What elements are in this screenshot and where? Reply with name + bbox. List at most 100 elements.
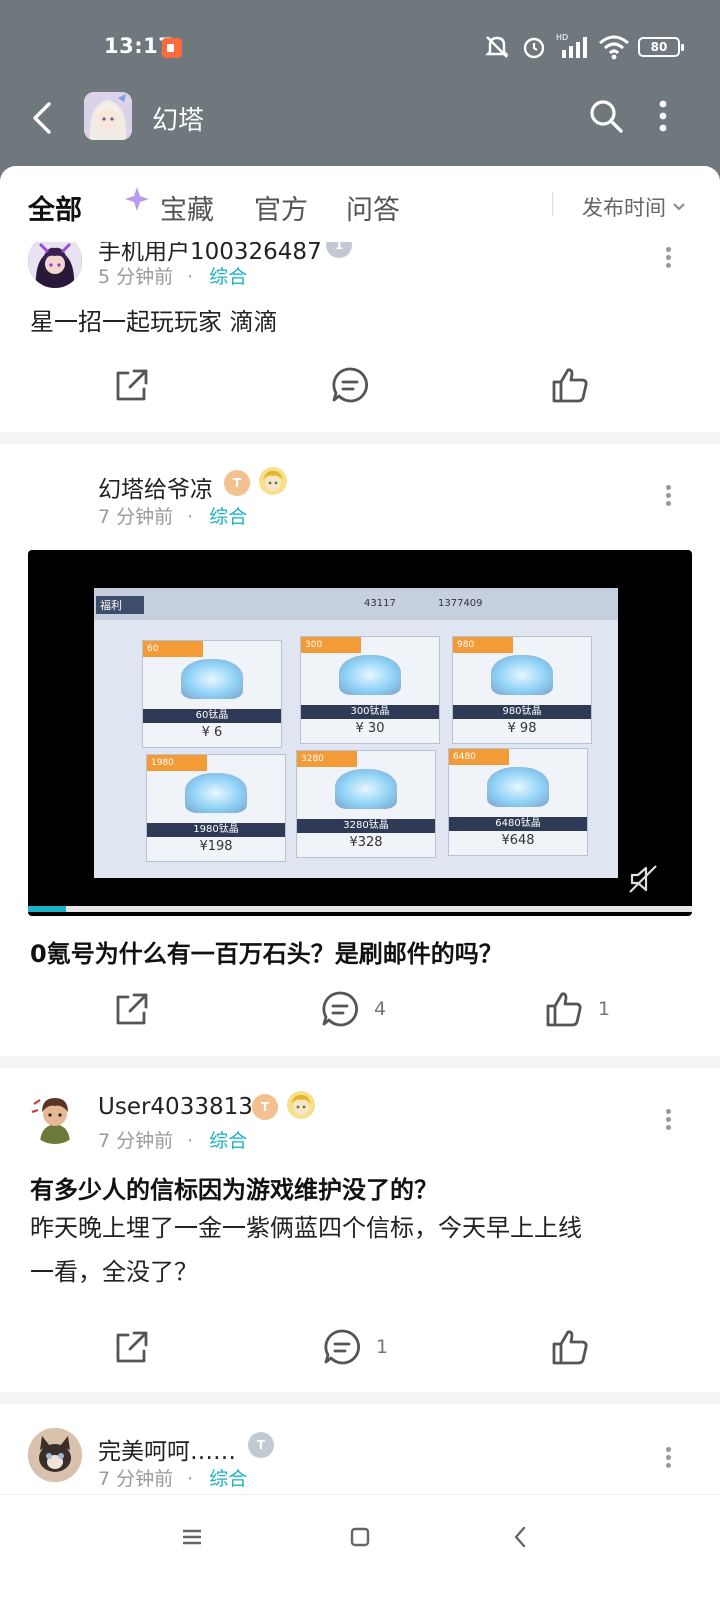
chevron-left-icon xyxy=(514,1526,526,1548)
chevron-down-icon xyxy=(673,203,685,211)
crystal-icon xyxy=(335,769,397,809)
app-bar: 幻塔 xyxy=(0,88,720,150)
share-icon xyxy=(116,993,148,1025)
chibi-character-avatar-icon xyxy=(28,1090,82,1144)
post-more-icon[interactable] xyxy=(662,1106,674,1136)
post-meta: 7 分钟前 · 综合 xyxy=(98,1468,248,1490)
post-card[interactable]: 幻塔给爷凉 T 7 分钟前 · 综合 福利 43117 1377409 60 60钛晶… xyxy=(0,444,720,1056)
tab-all[interactable]: 全部 xyxy=(28,188,82,227)
post-time: 7 分钟前 xyxy=(98,1468,174,1490)
dark-anime-avatar-icon xyxy=(28,234,82,288)
post-body-line: 昨天晚上埋了一金一紫俩蓝四个信标，今天早上上线 xyxy=(30,1214,582,1242)
crystal-icon xyxy=(339,655,401,695)
crystal-icon xyxy=(487,767,549,807)
share-button[interactable] xyxy=(112,984,152,1034)
search-icon[interactable] xyxy=(586,96,626,136)
sort-dropdown[interactable]: 发布时间 xyxy=(582,192,686,222)
comment-button[interactable]: 1 xyxy=(322,1322,388,1372)
svg-text:HD: HD xyxy=(556,33,568,42)
username[interactable]: 幻塔给爷凉 xyxy=(98,470,213,504)
share-icon xyxy=(116,369,148,401)
post-actions: 1 xyxy=(0,1322,720,1372)
user-avatar[interactable] xyxy=(28,1428,82,1482)
username[interactable]: 完美呵呵…… xyxy=(98,1432,236,1466)
game-avatar[interactable] xyxy=(84,92,132,140)
like-button[interactable] xyxy=(550,1322,604,1372)
post-time: 7 分钟前 xyxy=(98,506,174,528)
video-screen-label: 福利 xyxy=(96,596,144,614)
share-button[interactable] xyxy=(112,360,152,410)
sparkle-icon xyxy=(125,187,149,211)
post-time: 5 分钟前 xyxy=(98,266,174,288)
comment-count: 1 xyxy=(376,1336,389,1358)
post-actions: 4 1 xyxy=(0,984,720,1034)
more-vertical-icon[interactable] xyxy=(648,96,678,136)
signal-icon: HD xyxy=(556,33,587,58)
chevron-left-icon xyxy=(33,102,51,134)
post-card[interactable]: 手机用户100326487 1 5 分钟前 · 综合 星一招一起玩玩家 滴滴 xyxy=(0,218,720,432)
status-bar: 13:17 HD 80 xyxy=(0,0,720,96)
sort-label: 发布时间 xyxy=(582,196,666,220)
character-badge-icon xyxy=(287,1091,315,1119)
video-frame: 福利 43117 1377409 60 60钛晶 ¥ 6 300 300钛晶 ¥ 30 … xyxy=(94,588,618,878)
app-title: 幻塔 xyxy=(152,106,205,136)
post-meta: 5 分钟前 · 综合 xyxy=(98,266,248,288)
status-icons: HD 80 xyxy=(482,32,684,62)
shop-item: 3280 3280钛晶 ¥328 xyxy=(296,750,436,858)
back-button[interactable] xyxy=(22,98,62,138)
post-more-icon[interactable] xyxy=(662,244,674,274)
tab-qa[interactable]: 问答 xyxy=(346,188,400,227)
post-card[interactable]: User4033813 T 7 分钟前 · 综合 有多少人的信标因为游戏维护没了的？… xyxy=(0,1068,720,1392)
tab-treasure[interactable]: 宝藏 xyxy=(160,188,214,227)
home-button[interactable] xyxy=(340,1517,380,1557)
post-meta: 7 分钟前 · 综合 xyxy=(98,1130,248,1152)
tab-official[interactable]: 官方 xyxy=(254,188,308,227)
comment-button[interactable] xyxy=(330,360,384,410)
level-badge-icon: T xyxy=(252,1094,278,1120)
post-tag[interactable]: 综合 xyxy=(209,266,247,288)
video-progress-fill xyxy=(28,906,66,912)
thumbs-up-icon xyxy=(552,368,588,403)
video-player[interactable]: 福利 43117 1377409 60 60钛晶 ¥ 6 300 300钛晶 ¥ 30 … xyxy=(28,550,692,916)
post-title: 0氪号为什么有一百万石头？是刷邮件的吗？ xyxy=(30,940,503,968)
comment-icon xyxy=(324,1329,361,1365)
post-text: 星一招一起玩玩家 滴滴 xyxy=(30,308,278,336)
video-progress-track[interactable] xyxy=(28,906,692,912)
shop-item: 980 980钛晶 ¥ 98 xyxy=(452,636,592,744)
crystal-icon xyxy=(491,655,553,695)
recent-apps-button[interactable] xyxy=(172,1517,212,1557)
username[interactable]: User4033813 xyxy=(98,1094,253,1120)
thumbs-up-icon xyxy=(552,1330,588,1365)
back-nav-button[interactable] xyxy=(500,1517,540,1557)
anime-girl-avatar-icon xyxy=(84,92,132,140)
menu-icon xyxy=(183,1529,201,1545)
post-tag[interactable]: 综合 xyxy=(209,506,247,528)
alarm-icon xyxy=(523,37,545,59)
share-button[interactable] xyxy=(112,1322,152,1372)
post-tag[interactable]: 综合 xyxy=(209,1130,247,1152)
wifi-icon xyxy=(599,35,629,60)
post-time: 7 分钟前 xyxy=(98,1130,174,1152)
level-badge-icon: T xyxy=(224,470,250,496)
tab-bar: 全部 宝藏 官方 问答 发布时间 xyxy=(0,166,720,242)
post-tag[interactable]: 综合 xyxy=(209,1468,247,1490)
screen-record-icon xyxy=(162,38,182,58)
post-more-icon[interactable] xyxy=(662,482,674,512)
crystal-icon xyxy=(181,659,243,699)
system-nav-bar xyxy=(0,1494,720,1600)
shop-item: 6480 6480钛晶 ¥648 xyxy=(448,748,588,856)
shop-item: 300 300钛晶 ¥ 30 xyxy=(300,636,440,744)
level-badge-icon: T xyxy=(248,1432,274,1458)
square-icon xyxy=(350,1527,370,1547)
feed-sheet: 手机用户100326487 1 5 分钟前 · 综合 星一招一起玩玩家 滴滴 全部 … xyxy=(0,166,720,1600)
share-icon xyxy=(116,1331,148,1363)
thumbs-up-icon xyxy=(546,992,582,1027)
crystal-icon xyxy=(185,773,247,813)
user-avatar[interactable] xyxy=(28,234,82,288)
like-button[interactable]: 1 xyxy=(544,984,610,1034)
like-button[interactable] xyxy=(550,360,604,410)
volume-muted-icon[interactable] xyxy=(626,862,660,896)
post-more-icon[interactable] xyxy=(662,1444,674,1474)
user-avatar[interactable] xyxy=(28,1090,82,1144)
comment-button[interactable]: 4 xyxy=(320,984,386,1034)
